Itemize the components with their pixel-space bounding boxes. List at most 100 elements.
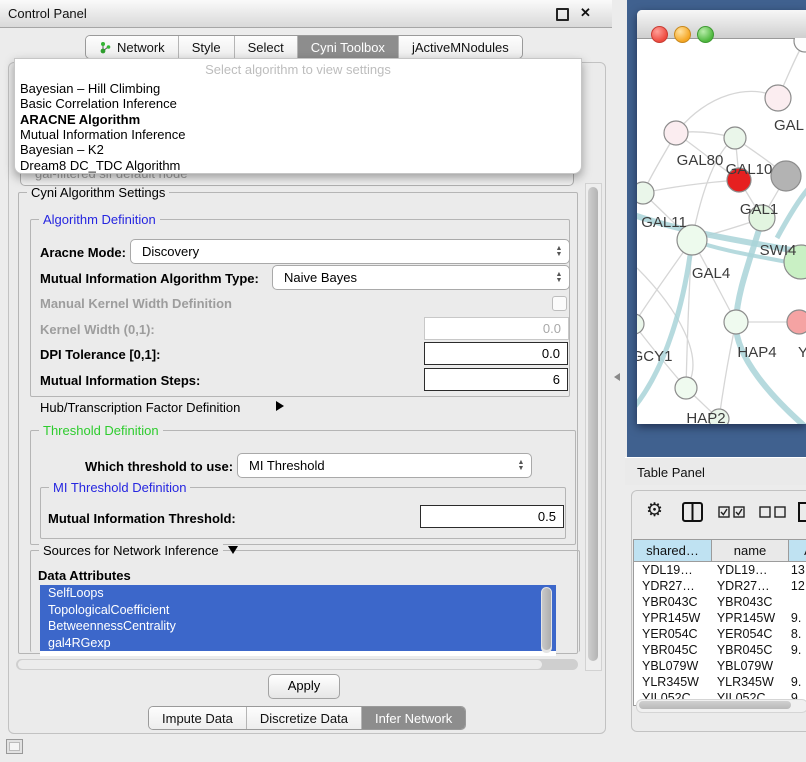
control-panel-title: Control Panel: [8, 6, 87, 21]
network-node[interactable]: [724, 310, 748, 334]
which-threshold-combobox[interactable]: MI Threshold ▲▼: [237, 453, 532, 478]
aracne-mode-combobox[interactable]: Discovery ▲▼: [130, 239, 570, 264]
algorithm-option[interactable]: Bayesian – Hill Climbing: [20, 81, 160, 96]
table-row[interactable]: YDR27…YDR27…12: [634, 578, 806, 594]
table-column-header[interactable]: shared…: [634, 540, 712, 562]
aracne-mode-value: Discovery: [142, 244, 199, 259]
gear-icon[interactable]: ⚙: [646, 499, 663, 522]
network-node[interactable]: [637, 182, 654, 204]
node-label: GAL10: [726, 161, 773, 178]
attribute-list-item[interactable]: SelfLoops: [40, 585, 556, 602]
mi-type-combobox[interactable]: Naive Bayes ▲▼: [272, 265, 570, 290]
table-column-header[interactable]: name: [712, 540, 789, 562]
algorithm-option[interactable]: Dream8 DC_TDC Algorithm: [20, 158, 180, 173]
node-table[interactable]: shared…nameA YDL19…YDL19…13YDR27…YDR27…1…: [633, 539, 806, 706]
tab-style-label: Style: [192, 40, 221, 55]
network-node[interactable]: [724, 127, 746, 149]
sources-title-text[interactable]: Sources for Network Inference: [43, 543, 219, 558]
table-cell: YBR045C: [634, 642, 709, 658]
node-label: GAL: [774, 117, 804, 134]
algorithm-popup-hint: Select algorithm to view settings: [15, 62, 581, 77]
tab-cyni-toolbox-label: Cyni Toolbox: [311, 40, 385, 55]
table-row[interactable]: YER054CYER054C8.: [634, 626, 806, 642]
table-row[interactable]: YBR043CYBR043C: [634, 594, 806, 610]
table-cell: YDL19…: [634, 562, 709, 578]
algorithm-option[interactable]: Mutual Information Inference: [20, 127, 185, 142]
algorithm-option[interactable]: ARACNE Algorithm: [20, 112, 140, 127]
network-node[interactable]: [787, 310, 806, 334]
table-cell: 8.: [783, 626, 806, 642]
network-node[interactable]: [664, 121, 688, 145]
tab-style[interactable]: Style: [179, 36, 235, 58]
table-column-header[interactable]: A: [789, 540, 806, 562]
algorithm-option[interactable]: Bayesian – K2: [20, 142, 104, 157]
network-node[interactable]: [771, 161, 801, 191]
control-panel-titlebar: Control Panel ✕: [0, 0, 612, 28]
columns-icon[interactable]: [682, 502, 703, 522]
network-node[interactable]: [794, 38, 806, 52]
algorithm-option[interactable]: Basic Correlation Inference: [20, 96, 177, 111]
tab-impute-data[interactable]: Impute Data: [149, 707, 247, 729]
minimized-panel-icon[interactable]: [6, 739, 23, 754]
table-horizontal-scrollbar[interactable]: [636, 699, 806, 713]
mi-type-label: Mutual Information Algorithm Type:: [40, 271, 259, 286]
mi-threshold-input[interactable]: 0.5: [420, 505, 564, 528]
network-window-titlebar[interactable]: [637, 10, 806, 39]
network-view-window: GALGAL80GAL10GAL1GAL11SWI4GAL4HAP4YGCY1H…: [637, 10, 806, 424]
table-rows: YDL19…YDL19…13YDR27…YDR27…12YBR043CYBR04…: [634, 562, 806, 706]
node-label: Y: [798, 344, 806, 361]
mi-threshold-value: 0.5: [538, 509, 556, 524]
table-cell: YDL19…: [709, 562, 783, 578]
algorithm-dropdown-popup: Select algorithm to view settings Bayesi…: [14, 58, 582, 174]
network-node[interactable]: [765, 85, 791, 111]
table-row[interactable]: YDL19…YDL19…13: [634, 562, 806, 578]
tab-select-label: Select: [248, 40, 284, 55]
table-cell: YLR345W: [709, 674, 783, 690]
data-attributes-list[interactable]: SelfLoopsTopologicalCoefficientBetweenne…: [40, 585, 556, 656]
table-row[interactable]: YBL079WYBL079W: [634, 658, 806, 674]
attribute-list-item[interactable]: BetweennessCentrality: [40, 618, 556, 635]
checked-boxes-icon[interactable]: [718, 506, 746, 518]
hub-definition-label[interactable]: Hub/Transcription Factor Definition: [40, 400, 240, 415]
table-cell: YBR045C: [709, 642, 783, 658]
mi-steps-input[interactable]: 6: [424, 368, 568, 391]
tab-discretize-data[interactable]: Discretize Data: [247, 707, 362, 729]
network-node[interactable]: [675, 377, 697, 399]
table-row[interactable]: YLR345WYLR345W9.: [634, 674, 806, 690]
tab-infer-network[interactable]: Infer Network: [362, 707, 465, 729]
table-row[interactable]: YBR045CYBR045C9.: [634, 642, 806, 658]
settings-horizontal-scrollbar[interactable]: [16, 659, 578, 670]
unchecked-boxes-icon[interactable]: [759, 506, 787, 518]
node-label: HAP4: [737, 344, 776, 361]
tab-select[interactable]: Select: [235, 36, 298, 58]
collapse-arrow-down-icon[interactable]: [228, 546, 238, 554]
table-panel-title: Table Panel: [637, 465, 705, 480]
collapse-arrow-right-icon[interactable]: [276, 401, 284, 411]
table-row[interactable]: YPR145WYPR145W9.: [634, 610, 806, 626]
mi-steps-value: 6: [553, 372, 560, 387]
tab-impute-data-label: Impute Data: [162, 711, 233, 726]
float-window-icon[interactable]: [556, 8, 569, 21]
kernel-width-input[interactable]: 0.0: [424, 317, 569, 340]
close-icon[interactable]: ✕: [580, 5, 591, 21]
split-pane-arrow-icon[interactable]: [614, 373, 620, 381]
manual-kernel-checkbox[interactable]: [552, 296, 567, 311]
tab-jactivemnodules[interactable]: jActiveMNodules: [399, 36, 522, 58]
file-icon[interactable]: [798, 502, 806, 522]
dpi-tolerance-input[interactable]: 0.0: [424, 342, 568, 365]
dpi-tolerance-label: DPI Tolerance [0,1]:: [40, 347, 160, 362]
bottom-tabbar: Impute Data Discretize Data Infer Networ…: [148, 706, 466, 730]
attributes-scrollbar[interactable]: [541, 587, 552, 653]
settings-vertical-scrollbar[interactable]: [585, 183, 602, 671]
attribute-list-item[interactable]: TopologicalCoefficient: [40, 602, 556, 619]
attribute-list-item[interactable]: gal4RGexp: [40, 635, 556, 652]
network-node[interactable]: [637, 314, 644, 334]
table-cell: YDR27…: [709, 578, 783, 594]
table-cell: 13: [783, 562, 806, 578]
tab-network[interactable]: Network: [86, 36, 179, 58]
tab-cyni-toolbox[interactable]: Cyni Toolbox: [298, 36, 399, 58]
mi-steps-label: Mutual Information Steps:: [40, 373, 200, 388]
network-canvas[interactable]: GALGAL80GAL10GAL1GAL11SWI4GAL4HAP4YGCY1H…: [637, 38, 806, 424]
apply-button[interactable]: Apply: [268, 674, 340, 699]
table-panel-titlebar: Table Panel: [625, 457, 806, 485]
